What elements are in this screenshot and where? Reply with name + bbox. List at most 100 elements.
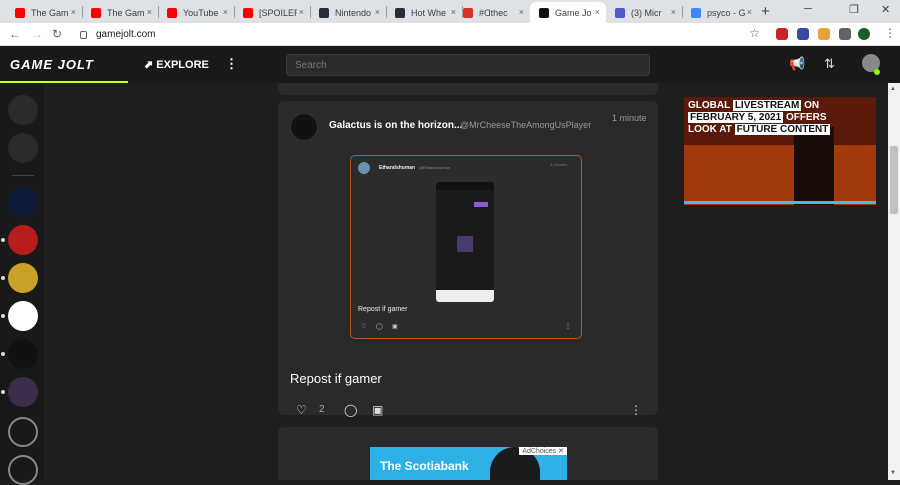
search-communities-icon[interactable] [8, 417, 38, 447]
tab-gamejolt[interactable]: Game Jo × [530, 2, 606, 23]
community-icon[interactable] [8, 301, 38, 331]
extension-icon[interactable] [797, 28, 809, 40]
tab-mail[interactable]: #Ɑthec × [454, 2, 530, 23]
close-icon[interactable]: × [147, 7, 152, 17]
tab-youtube-4[interactable]: [SPOILER × [234, 2, 310, 23]
teams-icon [615, 7, 625, 18]
tab-youtube-2[interactable]: The Gam × [82, 2, 158, 23]
unread-indicator [1, 390, 5, 394]
online-indicator [874, 69, 880, 75]
embed-screenshot [436, 182, 494, 302]
sticker-icon[interactable]: ▣ [372, 403, 383, 417]
post-card: The Scotiabank AdChoices ✕ [278, 427, 658, 480]
community-icon[interactable] [8, 263, 38, 293]
new-tab-button[interactable]: + [761, 3, 770, 20]
close-icon[interactable]: × [299, 7, 304, 17]
tab-youtube-3[interactable]: YouTube × [158, 2, 234, 23]
unread-indicator [1, 238, 5, 242]
browser-tab-bar: The Gam × The Gam × YouTube × [SPOILER × Nin… [0, 0, 900, 23]
megaphone-icon[interactable]: 📢 [789, 56, 805, 72]
activity-icon[interactable]: ⇅ [824, 56, 835, 72]
close-icon[interactable]: × [747, 7, 752, 17]
tab-google[interactable]: psyco - G × [682, 2, 758, 23]
youtube-icon [91, 7, 101, 18]
minimize-button[interactable]: ─ [804, 3, 812, 15]
sidebar [0, 83, 46, 485]
puzzle-icon[interactable] [839, 28, 851, 40]
library-icon[interactable] [8, 95, 38, 125]
post-time[interactable]: 1 minute [612, 113, 647, 123]
maximize-button[interactable]: ❐ [849, 3, 859, 16]
page-scrollbar[interactable] [888, 83, 900, 480]
more-icon: ⋮ [565, 324, 571, 330]
google-icon [691, 7, 701, 18]
previous-post-card [278, 83, 658, 95]
url-field[interactable]: gamejolt.com ☆ [70, 26, 768, 43]
author-handle[interactable]: @MrCheeseTheAmongUsPlayer [460, 120, 591, 130]
more-options-icon[interactable]: ⋮ [630, 403, 642, 417]
sidebar-divider [12, 175, 34, 176]
unread-indicator [1, 314, 5, 318]
close-icon[interactable]: × [671, 7, 676, 17]
ad-progress-bar [684, 201, 876, 204]
gamejolt-logo[interactable]: GAME JOLT [10, 57, 94, 72]
lock-icon [80, 30, 87, 39]
more-menu-icon[interactable]: ⋮ [225, 56, 238, 72]
extension-icon[interactable] [776, 28, 788, 40]
tab-youtube-1[interactable]: The Gam × [6, 2, 82, 23]
embed-caption: Repost if gamer [358, 306, 408, 313]
community-icon[interactable] [8, 225, 38, 255]
feed: Galactus is on the horizon... @MrCheeseT… [46, 83, 888, 480]
comment-icon: ◯ [376, 324, 383, 330]
back-icon[interactable]: ← [9, 27, 21, 41]
youtube-icon [243, 7, 253, 18]
search-input[interactable]: Search [286, 54, 650, 76]
scroll-up-icon[interactable]: ▲ [890, 86, 896, 92]
embed-post-time: 3 minutes [550, 162, 568, 167]
community-icon[interactable] [8, 187, 38, 217]
youtube-icon [167, 7, 177, 18]
menu-icon[interactable]: ⋮ [884, 26, 896, 40]
community-icon[interactable] [8, 339, 38, 369]
address-bar: ← → ↻ gamejolt.com ☆ ⋮ [0, 23, 900, 46]
post-card: Galactus is on the horizon... @MrCheeseT… [278, 101, 658, 417]
close-icon[interactable]: × [375, 7, 380, 17]
mail-icon [463, 7, 473, 18]
compass-icon: ⬈ [144, 59, 157, 71]
author-name[interactable]: Galactus is on the horizon... [329, 120, 462, 131]
tab-teams[interactable]: (3) Micr × [606, 2, 682, 23]
tab-amazon-1[interactable]: Nintendo × [310, 2, 386, 23]
reload-icon[interactable]: ↻ [52, 27, 62, 41]
profile-icon[interactable] [858, 28, 870, 40]
adchoices-label[interactable]: AdChoices ✕ [519, 447, 567, 455]
author-avatar[interactable] [290, 113, 318, 141]
close-icon[interactable]: × [595, 7, 600, 17]
comment-icon[interactable]: ◯ [344, 403, 357, 417]
advertisement[interactable]: The Scotiabank AdChoices ✕ [370, 447, 567, 480]
gamejolt-icon [539, 7, 549, 18]
inventory-icon[interactable] [8, 133, 38, 163]
explore-link[interactable]: ⬈ EXPLORE [144, 58, 209, 71]
close-icon[interactable]: × [71, 7, 76, 17]
sticker-icon: ▣ [392, 324, 398, 330]
like-icon[interactable]: ♡ [296, 403, 307, 417]
add-community-icon[interactable] [8, 455, 38, 485]
extension-icon[interactable] [818, 28, 830, 40]
embed-author-handle: @Ethandshuman [419, 165, 450, 170]
scroll-down-icon[interactable]: ▼ [890, 470, 896, 476]
site-header: GAME JOLT ⬈ EXPLORE ⋮ Search 📢 ⇅ [0, 46, 900, 83]
embed-author-avatar [358, 162, 370, 174]
close-icon[interactable]: × [223, 7, 228, 17]
sidebar-advertisement[interactable]: GLOBAL LIVESTREAM ON FEBRUARY 5, 2021 OF… [684, 97, 876, 205]
close-icon[interactable]: × [519, 7, 524, 17]
embedded-post[interactable]: Ethandshuman @Ethandshuman 3 minutes Rep… [350, 155, 582, 339]
scrollbar-thumb[interactable] [890, 146, 898, 214]
youtube-icon [15, 7, 25, 18]
community-icon[interactable] [8, 377, 38, 407]
embed-author-name: Ethandshuman [379, 165, 416, 171]
bookmark-star-icon[interactable]: ☆ [749, 26, 760, 40]
window-close-button[interactable]: ✕ [881, 3, 890, 16]
forward-icon[interactable]: → [31, 27, 43, 41]
amazon-icon [319, 7, 329, 18]
tab-amazon-2[interactable]: Hot Whe × [386, 2, 462, 23]
